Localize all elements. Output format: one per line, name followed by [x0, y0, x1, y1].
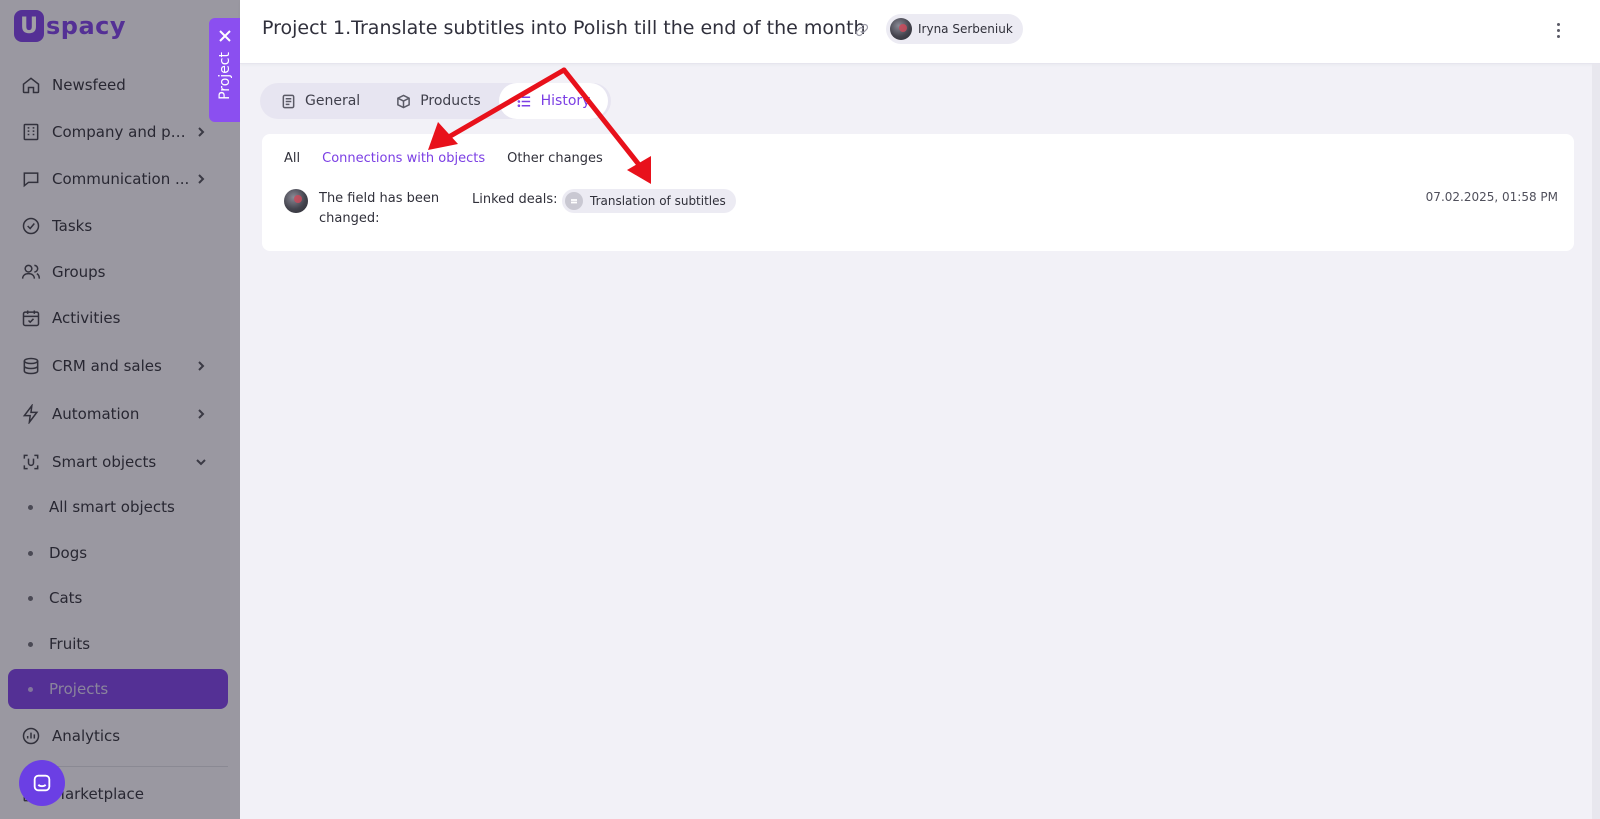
close-icon[interactable] [218, 28, 232, 42]
document-icon [282, 94, 295, 108]
deal-icon [565, 192, 583, 210]
user-name: Iryna Serbeniuk [918, 22, 1013, 36]
responsible-user-chip[interactable]: Iryna Serbeniuk [886, 14, 1023, 44]
filter-other-changes[interactable]: Other changes [507, 151, 603, 166]
tab-general[interactable]: General [263, 83, 378, 119]
history-entry-date: 07.02.2025, 01:58 PM [1425, 190, 1558, 204]
scrollbar[interactable] [1592, 64, 1600, 819]
panel-header: Project 1.Translate subtitles into Polis… [240, 0, 1600, 64]
tab-label: History [540, 93, 591, 109]
history-entry-text: The field has been changed: [319, 191, 440, 226]
side-tab-label: Project [216, 52, 233, 100]
tab-history[interactable]: History [498, 83, 609, 119]
box-icon [397, 94, 411, 108]
history-filters: All Connections with objects Other chang… [284, 151, 603, 166]
tab-label: Products [420, 93, 481, 109]
linked-deals-label: Linked deals: [472, 192, 558, 207]
support-chat-button[interactable] [19, 760, 65, 806]
tab-products[interactable]: Products [378, 83, 498, 119]
list-icon [517, 95, 530, 107]
modal-backdrop[interactable] [0, 0, 240, 819]
filter-connections-with-objects[interactable]: Connections with objects [322, 151, 485, 166]
deal-name: Translation of subtitles [590, 194, 726, 208]
panel-tabs: General Products History [260, 83, 612, 119]
more-options-icon[interactable] [1548, 20, 1568, 40]
filter-all[interactable]: All [284, 151, 300, 166]
avatar [890, 18, 912, 40]
tab-label: General [305, 93, 361, 109]
chat-bubble-icon [33, 774, 51, 792]
history-card: All Connections with objects Other chang… [262, 134, 1574, 251]
linked-deal-chip[interactable]: Translation of subtitles [562, 189, 736, 213]
project-panel: Project 1.Translate subtitles into Polis… [240, 0, 1600, 819]
avatar [284, 189, 308, 213]
page-title: Project 1.Translate subtitles into Polis… [262, 17, 866, 39]
link-icon[interactable] [854, 22, 872, 40]
project-side-tab[interactable]: Project [209, 18, 240, 122]
